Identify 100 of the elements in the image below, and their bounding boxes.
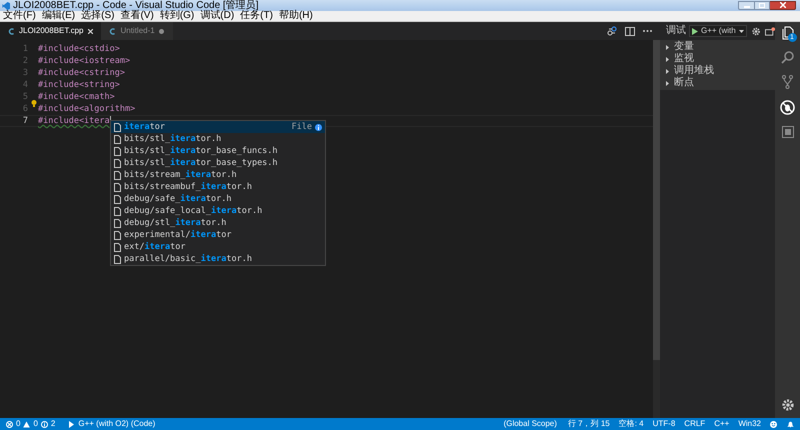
suggestion-item[interactable]: bits/stl_iterator_base_funcs.h [111, 145, 325, 157]
error-icon[interactable] [6, 420, 13, 428]
tab-label: Untitled-1 [120, 27, 155, 35]
suggestion-item[interactable]: ext/iterator [111, 241, 325, 253]
warning-icon[interactable] [23, 420, 30, 428]
suggestion-item[interactable]: bits/stl_iterator_base_types.h [111, 157, 325, 169]
code-line: #include<cstring> [38, 67, 125, 79]
error-count[interactable]: 0 [16, 420, 20, 428]
language-mode[interactable]: C++ [714, 420, 730, 428]
chevron-icon [665, 80, 670, 86]
suggestion-item[interactable]: bits/streambuf_iterator.h [111, 181, 325, 193]
minimize-button[interactable] [738, 0, 755, 10]
suggestion-item[interactable]: iterator File [111, 121, 325, 133]
editor-tab[interactable]: Untitled-1 [101, 22, 173, 40]
code-line: #include<itera [38, 115, 110, 127]
suggestion-label[interactable]: bits/stl_iterator_base_funcs.h [124, 146, 278, 156]
suggestion-item[interactable]: bits/stream_iterator.h [111, 169, 325, 181]
indentation[interactable]: 空格: 4 [618, 420, 644, 428]
line-ending[interactable]: CRLF [684, 420, 706, 428]
tab-label: JLOI2008BET.cpp [19, 27, 84, 35]
line-number: 6 [22, 103, 29, 115]
split-editor-icon[interactable] [625, 26, 635, 36]
info-icon[interactable] [315, 124, 322, 130]
suggestion-label[interactable]: debug/stl_iterator.h [124, 218, 226, 228]
line-number: 1 [22, 43, 29, 55]
code-line: #include<algorithm> [38, 103, 136, 115]
suggestion-label[interactable]: parallel/basic_iterator.h [124, 254, 252, 264]
search-icon[interactable] [781, 51, 794, 64]
menu-item[interactable]: 帮助(H) [278, 11, 313, 21]
maximize-button[interactable] [755, 0, 770, 10]
menu-item[interactable]: 调试(D) [200, 11, 234, 21]
debug-section-header[interactable]: 调用堆栈 [660, 65, 775, 77]
line-number: 2 [22, 55, 29, 67]
maximize-icon [759, 2, 765, 8]
bell-icon[interactable] [787, 420, 794, 428]
suggestion-label[interactable]: debug/safe_local_iterator.h [124, 206, 262, 216]
play-icon [692, 28, 698, 34]
chevron-icon [665, 68, 670, 74]
settings-icon[interactable] [782, 399, 794, 411]
line-number: 4 [22, 79, 29, 91]
debug-section-header[interactable]: 变量 [660, 41, 775, 53]
encoding[interactable]: UTF-8 [652, 420, 676, 428]
smiley-icon[interactable] [770, 420, 777, 428]
suggestion-label[interactable]: debug/safe_iterator.h [124, 194, 232, 204]
code-line: #include<iostream> [38, 55, 130, 67]
menu-item[interactable]: 任务(T) [240, 11, 273, 21]
line-number: 7 [22, 115, 29, 127]
caret-icon [738, 30, 744, 32]
suggestion-label[interactable]: bits/stl_iterator.h [124, 134, 222, 144]
config-dropdown[interactable]: G++ (with [689, 25, 747, 37]
cpp-file-icon [8, 28, 15, 34]
chevron-icon [665, 56, 670, 62]
menu-item[interactable]: 查看(V) [120, 11, 154, 21]
scrollbar[interactable] [653, 40, 660, 418]
suggestion-detail: File [292, 122, 312, 132]
platform[interactable]: Win32 [738, 420, 761, 428]
settings-icon[interactable] [752, 26, 760, 36]
cursor-position[interactable]: 行 7，列 15 [568, 420, 610, 428]
menu-item[interactable]: 编辑(E) [42, 11, 76, 21]
code-line: #include<cmath> [38, 91, 115, 103]
unsaved-dot-icon[interactable] [158, 28, 165, 34]
suggestion-item[interactable]: bits/stl_iterator.h [111, 133, 325, 145]
scope-indicator[interactable]: (Global Scope) [504, 420, 557, 428]
console-icon[interactable] [764, 26, 775, 36]
suggestion-label[interactable]: ext/iterator [124, 242, 186, 252]
debug-label: 调试 [666, 26, 686, 36]
debug-section-header[interactable]: 监视 [660, 53, 775, 65]
compare-icon[interactable] [607, 26, 617, 36]
warning-count[interactable]: 0 [33, 420, 38, 428]
app-icon [2, 2, 10, 10]
info-count[interactable]: 2 [50, 420, 56, 428]
suggestion-item[interactable]: debug/stl_iterator.h [111, 217, 325, 229]
suggestion-label[interactable]: iterator [124, 122, 165, 132]
menu-item[interactable]: 选择(S) [81, 11, 114, 21]
code-line: #include<cstdio> [38, 43, 120, 55]
suggestion-item[interactable]: parallel/basic_iterator.h [111, 253, 325, 265]
line-number: 5 [22, 91, 29, 103]
source-control-icon[interactable] [782, 75, 793, 89]
debug-section-header[interactable]: 断点 [660, 77, 775, 89]
line-number: 3 [22, 67, 29, 79]
suggestion-item[interactable]: debug/safe_iterator.h [111, 193, 325, 205]
lightbulb-icon[interactable] [31, 100, 37, 107]
suggestion-label[interactable]: bits/stream_iterator.h [124, 170, 237, 180]
launch-config[interactable]: G++ (with O2) (Code) [78, 420, 156, 428]
minimize-icon [744, 6, 750, 8]
close-button[interactable] [770, 0, 796, 10]
suggestion-label[interactable]: bits/stl_iterator_base_types.h [124, 158, 278, 168]
suggestion-item[interactable]: debug/safe_local_iterator.h [111, 205, 325, 217]
menu-item[interactable]: 文件(F) [3, 11, 36, 21]
suggestion-item[interactable]: experimental/iterator [111, 229, 325, 241]
editor-tab[interactable]: JLOI2008BET.cpp [0, 22, 102, 40]
debug-icon[interactable] [780, 100, 795, 115]
close-icon[interactable] [87, 28, 94, 34]
code-line: #include<string> [38, 79, 120, 91]
suggestion-label[interactable]: experimental/iterator [124, 230, 232, 240]
menu-item[interactable]: 转到(G) [160, 11, 194, 21]
suggestion-label[interactable]: bits/streambuf_iterator.h [124, 182, 252, 192]
play-icon[interactable] [68, 420, 76, 428]
chevron-icon [665, 44, 670, 50]
close-icon [780, 2, 786, 8]
